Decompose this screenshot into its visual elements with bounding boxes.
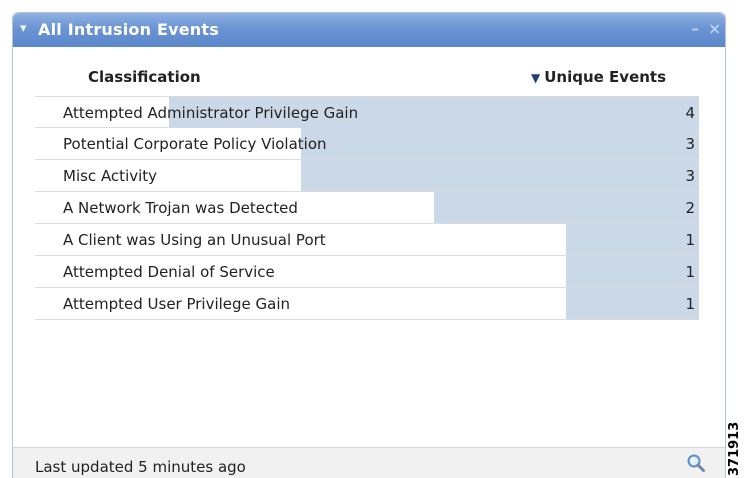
table-row[interactable]: Attempted Administrator Privilege Gain 4 (35, 96, 699, 128)
value-bar (566, 256, 699, 287)
events-table: Attempted Administrator Privilege Gain 4… (35, 96, 699, 320)
close-icon[interactable]: × (708, 19, 721, 39)
unique-events-count: 1 (685, 295, 695, 313)
widget-title: All Intrusion Events (38, 20, 219, 39)
widget-footer: Last updated 5 minutes ago (13, 447, 725, 478)
table-row[interactable]: Potential Corporate Policy Violation 3 (35, 128, 699, 160)
search-icon[interactable] (686, 453, 706, 473)
unique-events-count: 3 (685, 167, 695, 185)
minimize-icon[interactable]: – (691, 19, 699, 39)
table-row[interactable]: Attempted Denial of Service 1 (35, 256, 699, 288)
intrusion-events-widget: ▾ All Intrusion Events – × Classificatio… (12, 12, 726, 478)
classification-label[interactable]: Attempted Administrator Privilege Gain (63, 103, 358, 123)
figure-id: 371913 (727, 421, 742, 476)
classification-label[interactable]: Misc Activity (63, 166, 157, 186)
column-header-unique-events[interactable]: ▼ Unique Events (531, 67, 666, 88)
column-header-classification[interactable]: Classification (88, 67, 201, 87)
classification-label[interactable]: A Network Trojan was Detected (63, 198, 298, 218)
table-row[interactable]: A Client was Using an Unusual Port 1 (35, 224, 699, 256)
classification-label[interactable]: A Client was Using an Unusual Port (63, 230, 326, 250)
last-updated-status: Last updated 5 minutes ago (35, 458, 246, 476)
collapse-icon[interactable]: ▾ (20, 21, 27, 37)
unique-events-count: 3 (685, 135, 695, 153)
classification-label[interactable]: Attempted Denial of Service (63, 262, 275, 282)
widget-title-bar: ▾ All Intrusion Events – × (13, 13, 725, 47)
value-bar (566, 224, 699, 255)
classification-label[interactable]: Attempted User Privilege Gain (63, 294, 290, 314)
unique-events-count: 1 (685, 231, 695, 249)
table-row[interactable]: A Network Trojan was Detected 2 (35, 192, 699, 224)
sort-descending-icon: ▼ (531, 71, 541, 85)
unique-events-count: 1 (685, 263, 695, 281)
column-header-unique-events-label: Unique Events (544, 68, 667, 86)
table-row[interactable]: Misc Activity 3 (35, 160, 699, 192)
unique-events-count: 4 (685, 104, 695, 122)
value-bar (301, 128, 699, 159)
value-bar (301, 160, 699, 191)
classification-label[interactable]: Potential Corporate Policy Violation (63, 134, 327, 154)
value-bar (566, 288, 699, 319)
table-row[interactable]: Attempted User Privilege Gain 1 (35, 288, 699, 320)
unique-events-count: 2 (685, 199, 695, 217)
value-bar (434, 192, 699, 223)
